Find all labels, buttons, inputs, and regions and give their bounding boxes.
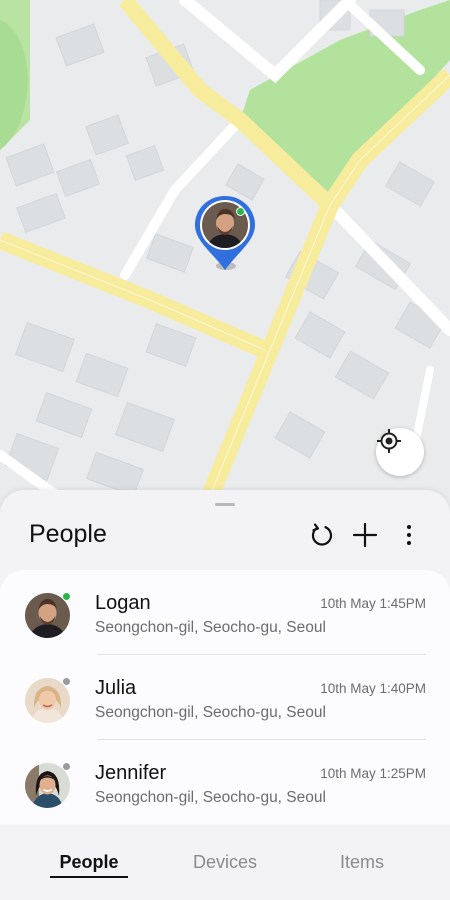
person-name: Logan [95, 592, 151, 614]
refresh-icon [311, 523, 333, 546]
my-location-button[interactable] [376, 428, 424, 476]
person-name: Julia [95, 677, 137, 699]
person-location-pin[interactable] [192, 194, 258, 276]
status-indicator [62, 592, 71, 601]
more-options-button[interactable] [396, 522, 422, 548]
last-seen-time: 10th May 1:45PM [320, 596, 426, 611]
more-vert-icon [407, 525, 411, 545]
drag-handle[interactable] [215, 503, 235, 506]
map-view[interactable] [0, 0, 450, 520]
person-name: Jennifer [95, 762, 167, 784]
tab-items[interactable]: Items [320, 852, 404, 873]
add-button[interactable] [352, 522, 378, 548]
refresh-button[interactable] [308, 522, 334, 548]
tab-people[interactable]: People [50, 852, 128, 873]
tab-devices[interactable]: Devices [180, 852, 270, 873]
page-title: People [29, 520, 107, 548]
bottom-tab-bar: People Devices Items [0, 825, 450, 900]
list-item[interactable]: Julia Seongchon-gil, Seocho-gu, Seoul 10… [0, 655, 450, 740]
list-item[interactable]: Logan Seongchon-gil, Seocho-gu, Seoul 10… [0, 570, 450, 655]
online-status-indicator [236, 207, 245, 216]
crosshair-icon [377, 429, 401, 453]
person-address: Seongchon-gil, Seocho-gu, Seoul [95, 704, 326, 721]
add-icon [352, 522, 378, 548]
people-list: Logan Seongchon-gil, Seocho-gu, Seoul 10… [0, 570, 450, 825]
list-item[interactable]: Jennifer Seongchon-gil, Seocho-gu, Seoul… [0, 740, 450, 825]
last-seen-time: 10th May 1:25PM [320, 766, 426, 781]
status-indicator [62, 677, 71, 686]
status-indicator [62, 762, 71, 771]
person-address: Seongchon-gil, Seocho-gu, Seoul [95, 619, 326, 636]
last-seen-time: 10th May 1:40PM [320, 681, 426, 696]
active-tab-indicator [50, 876, 128, 878]
person-address: Seongchon-gil, Seocho-gu, Seoul [95, 789, 326, 806]
